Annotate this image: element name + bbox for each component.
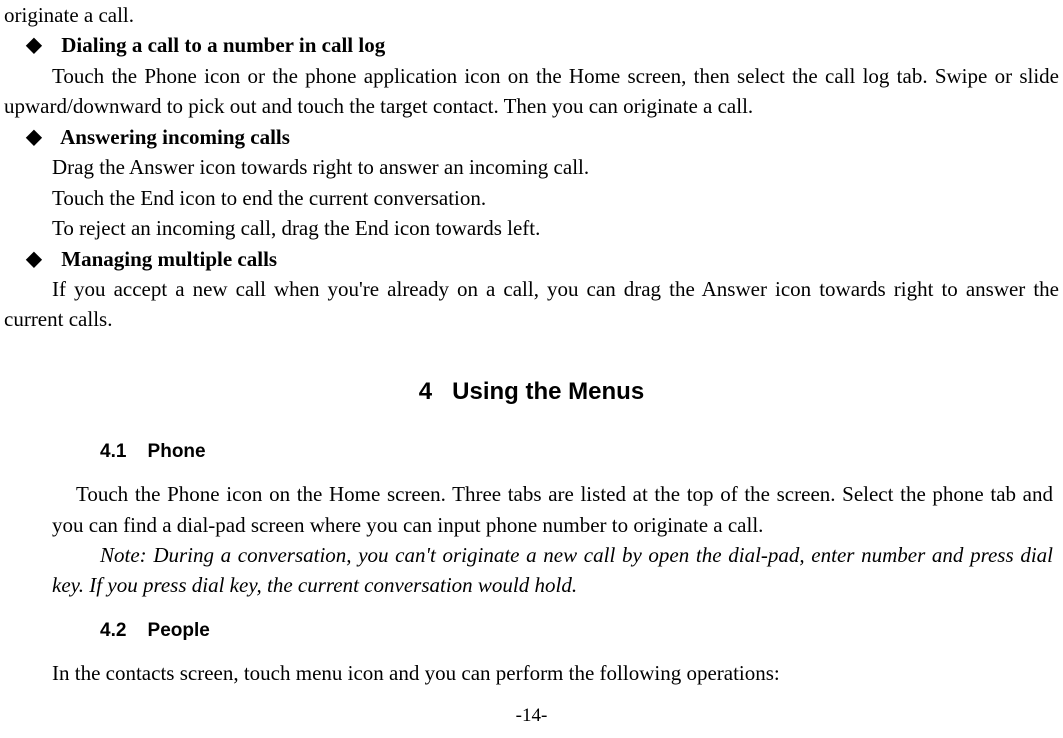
- fragment-top: originate a call.: [4, 0, 1059, 30]
- section-phone-number: 4.1: [100, 441, 126, 462]
- bullet-multiple-heading: Managing multiple calls: [61, 247, 277, 271]
- page-number: -14-: [0, 702, 1063, 730]
- bullet-dialing: ◆ Dialing a call to a number in call log: [4, 30, 1059, 60]
- section-people-heading: 4.2 People: [100, 617, 1059, 645]
- diamond-bullet-icon: ◆: [18, 31, 50, 60]
- section-phone-heading: 4.1 Phone: [100, 438, 1059, 466]
- bullet-answering-line2: Touch the End icon to end the current co…: [4, 183, 1059, 213]
- diamond-bullet-icon: ◆: [18, 245, 50, 274]
- section-people-title: People: [148, 620, 210, 641]
- chapter-title-text: Using the Menus: [452, 378, 644, 405]
- section-phone-note: Note: During a conversation, you can't o…: [52, 540, 1053, 601]
- section-people-number: 4.2: [100, 620, 126, 641]
- chapter-title: 4 Using the Menus: [4, 375, 1059, 410]
- bullet-answering-line1: Drag the Answer icon towards right to an…: [4, 152, 1059, 182]
- bullet-multiple: ◆ Managing multiple calls: [4, 244, 1059, 274]
- bullet-answering: ◆ Answering incoming calls: [4, 122, 1059, 152]
- bullet-dialing-body: Touch the Phone icon or the phone applic…: [4, 61, 1059, 122]
- diamond-bullet-icon: ◆: [18, 123, 50, 152]
- bullet-dialing-heading: Dialing a call to a number in call log: [61, 33, 385, 57]
- bullet-answering-heading: Answering incoming calls: [60, 125, 290, 149]
- bullet-multiple-body: If you accept a new call when you're alr…: [4, 274, 1059, 335]
- section-phone-title: Phone: [148, 441, 206, 462]
- section-people-body: In the contacts screen, touch menu icon …: [4, 658, 1059, 688]
- section-phone-body: Touch the Phone icon on the Home screen.…: [52, 479, 1053, 540]
- bullet-answering-line3: To reject an incoming call, drag the End…: [4, 213, 1059, 243]
- chapter-number: 4: [419, 378, 432, 405]
